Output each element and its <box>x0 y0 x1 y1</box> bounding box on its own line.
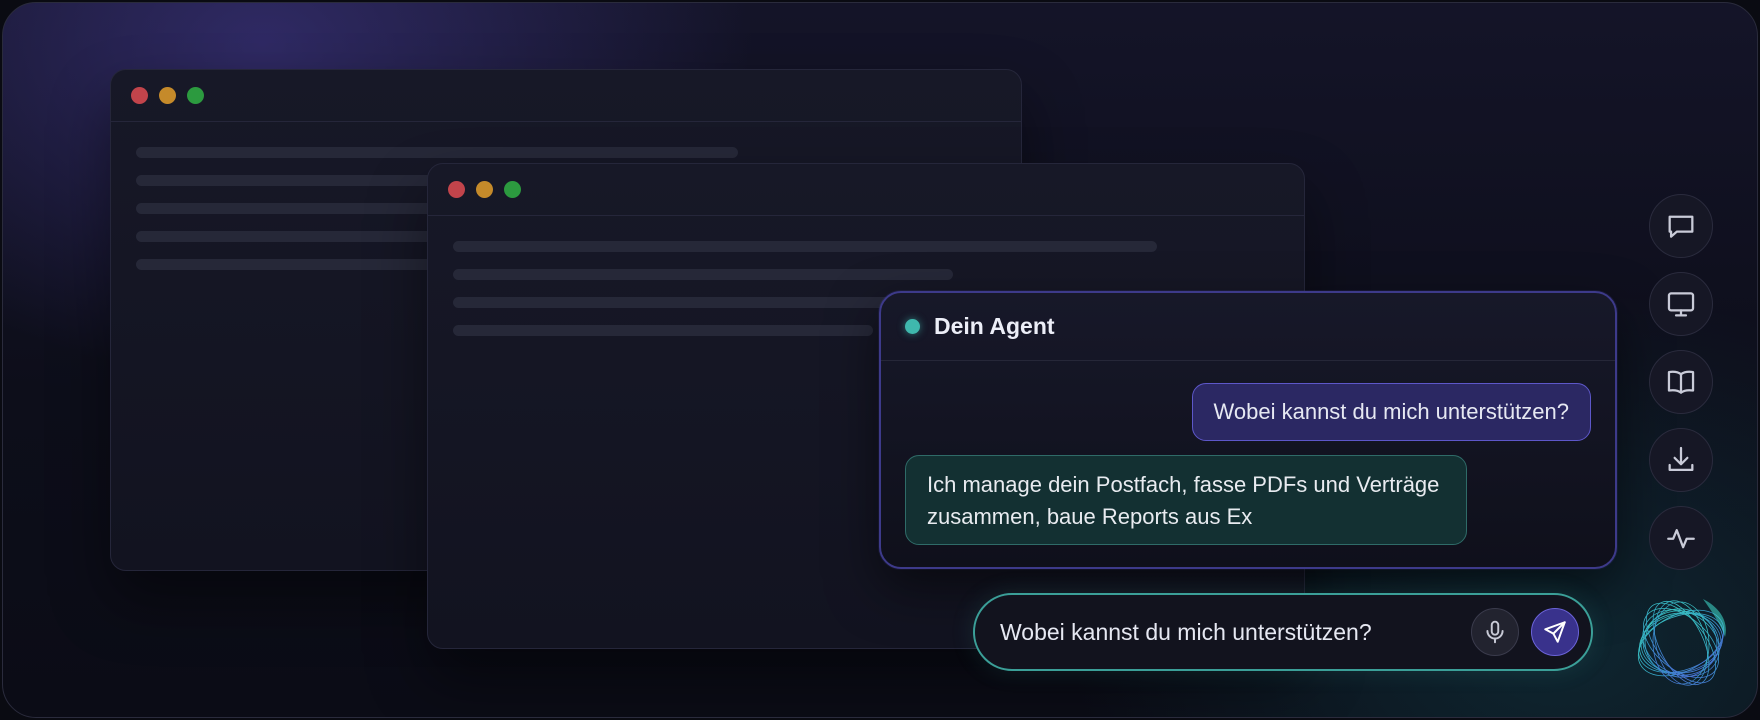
monitor-icon <box>1667 292 1695 317</box>
placeholder-line <box>136 147 738 158</box>
agent-title: Dein Agent <box>934 313 1055 339</box>
message-input[interactable] <box>1000 618 1471 646</box>
download-icon <box>1668 446 1694 472</box>
agent-chat-panel: Dein Agent Wobei kannst du mich unterstü… <box>879 291 1617 569</box>
close-window-button[interactable] <box>448 181 465 198</box>
message-composer <box>973 593 1593 671</box>
chat-header: Dein Agent <box>881 293 1615 361</box>
window-titlebar <box>428 164 1304 216</box>
screen-button[interactable] <box>1649 272 1713 336</box>
send-icon <box>1544 621 1566 643</box>
minimize-window-button[interactable] <box>159 87 176 104</box>
placeholder-line <box>453 325 873 336</box>
placeholder-line <box>453 297 913 308</box>
maximize-window-button[interactable] <box>187 87 204 104</box>
mic-icon <box>1486 620 1504 644</box>
chat-button[interactable] <box>1649 194 1713 258</box>
maximize-window-button[interactable] <box>504 181 521 198</box>
send-button[interactable] <box>1531 608 1579 656</box>
user-message-bubble: Wobei kannst du mich unterstützen? <box>1191 383 1591 441</box>
app-stage: Dein Agent Wobei kannst du mich unterstü… <box>2 2 1758 718</box>
window-titlebar <box>111 70 1021 122</box>
placeholder-line <box>453 269 953 280</box>
book-icon <box>1667 370 1695 394</box>
mic-button[interactable] <box>1471 608 1519 656</box>
agent-orb-logo[interactable] <box>1621 587 1741 695</box>
minimize-window-button[interactable] <box>476 181 493 198</box>
download-button[interactable] <box>1649 428 1713 492</box>
library-button[interactable] <box>1649 350 1713 414</box>
activity-button[interactable] <box>1649 506 1713 570</box>
activity-icon <box>1667 529 1695 549</box>
placeholder-line <box>453 241 1157 252</box>
close-window-button[interactable] <box>131 87 148 104</box>
online-status-indicator <box>905 319 920 334</box>
chat-icon <box>1668 215 1694 238</box>
agent-message-bubble: Ich manage dein Postfach, fasse PDFs und… <box>905 455 1467 545</box>
